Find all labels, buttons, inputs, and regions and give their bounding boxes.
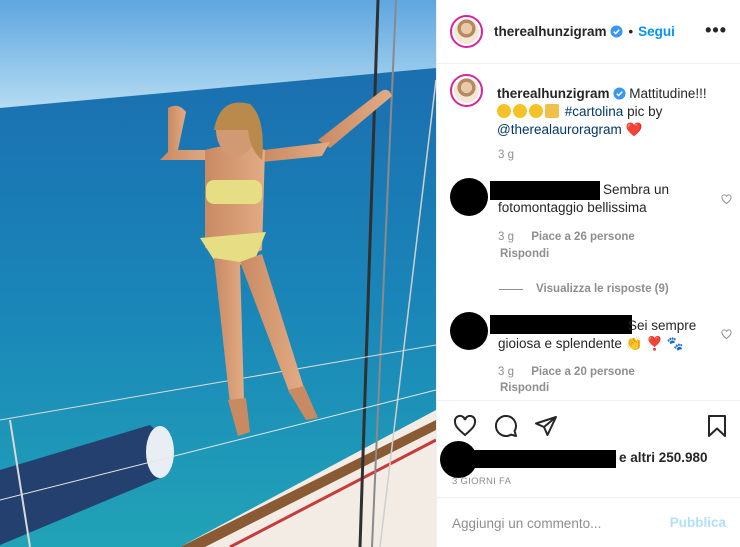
caption-text: therealhunzigram Mattitudine!!! #cartoli… xyxy=(497,74,730,139)
comment-meta: 3 g Piace a 20 persone xyxy=(498,366,635,378)
laughing-emoji-icon xyxy=(529,104,543,118)
comment-item: Sembra un fotomontaggio bellissima 3 g P… xyxy=(450,178,736,268)
commenter-avatar[interactable] xyxy=(450,312,488,350)
view-replies-button[interactable]: Visualizza le risposte (9) xyxy=(499,283,669,295)
likes-count[interactable]: e altri 250.980 xyxy=(619,450,708,465)
post-detail-panel: therealhunzigram • Segui ••• therealhunz… xyxy=(436,0,740,547)
author-username[interactable]: therealhunzigram xyxy=(494,24,607,39)
comment-emojis: 👏 ❣️ 🐾 xyxy=(625,336,684,351)
comment-likes[interactable]: Piace a 20 persone xyxy=(531,366,635,378)
separator-dot: • xyxy=(628,24,634,39)
post-date[interactable]: 3 GIORNI FA xyxy=(452,476,511,487)
comment-text: Sembra un fotomontaggio bellissima xyxy=(498,182,670,215)
more-options-icon[interactable]: ••• xyxy=(705,21,727,39)
verified-badge-icon xyxy=(609,25,623,38)
comment-meta: 3 g Piace a 26 persone xyxy=(498,231,635,243)
comment-timestamp[interactable]: 3 g xyxy=(498,366,514,378)
laughing-emoji-icon xyxy=(497,104,511,118)
reply-button[interactable]: Rispondi xyxy=(500,382,549,394)
like-comment-heart-icon[interactable] xyxy=(721,329,732,340)
likes-summary[interactable]: e altri 250.980 xyxy=(437,436,740,478)
post-caption: therealhunzigram Mattitudine!!! #cartoli… xyxy=(450,74,730,139)
post-header: therealhunzigram • Segui ••• xyxy=(437,0,740,64)
comment-timestamp[interactable]: 3 g xyxy=(498,231,514,243)
photo-image xyxy=(0,0,436,547)
comment-icon[interactable] xyxy=(494,414,518,438)
verified-badge-icon xyxy=(612,87,626,100)
share-icon[interactable] xyxy=(534,414,558,438)
view-replies-label: Visualizza le risposte (9) xyxy=(536,283,669,295)
author-avatar[interactable] xyxy=(450,15,483,48)
red-heart-emoji-icon: ❤️ xyxy=(625,122,643,137)
replies-divider xyxy=(499,288,523,290)
commenter-avatar[interactable] xyxy=(450,178,488,216)
caption-avatar[interactable] xyxy=(450,74,483,107)
caption-credit: pic by xyxy=(627,104,663,119)
add-comment-bar: Pubblica xyxy=(437,497,740,547)
publish-button[interactable]: Pubblica xyxy=(670,515,726,530)
redacted-liker-name xyxy=(464,450,616,468)
caption-timestamp[interactable]: 3 g xyxy=(498,149,514,161)
comment-likes[interactable]: Piace a 26 persone xyxy=(531,231,635,243)
comment-input[interactable] xyxy=(452,513,652,533)
pizza-emoji-icon xyxy=(545,104,559,118)
laughing-emoji-icon xyxy=(513,104,527,118)
comment-item: Sei sempre gioiosa e splendente 👏 ❣️ 🐾 3… xyxy=(450,312,736,402)
mention-link[interactable]: @therealauroragram xyxy=(497,122,622,137)
post-photo[interactable] xyxy=(0,0,436,547)
like-comment-heart-icon[interactable] xyxy=(721,194,732,205)
hashtag-link[interactable]: #cartolina xyxy=(565,104,624,119)
comment-text: Sei sempre gioiosa e splendente 👏 ❣️ 🐾 xyxy=(498,317,708,353)
caption-username[interactable]: therealhunzigram xyxy=(497,86,610,101)
reply-button[interactable]: Rispondi xyxy=(500,248,549,260)
bookmark-icon[interactable] xyxy=(705,414,729,438)
follow-button[interactable]: Segui xyxy=(638,24,675,39)
caption-body: Mattitudine!!! xyxy=(629,86,707,101)
heart-icon[interactable] xyxy=(453,414,477,438)
